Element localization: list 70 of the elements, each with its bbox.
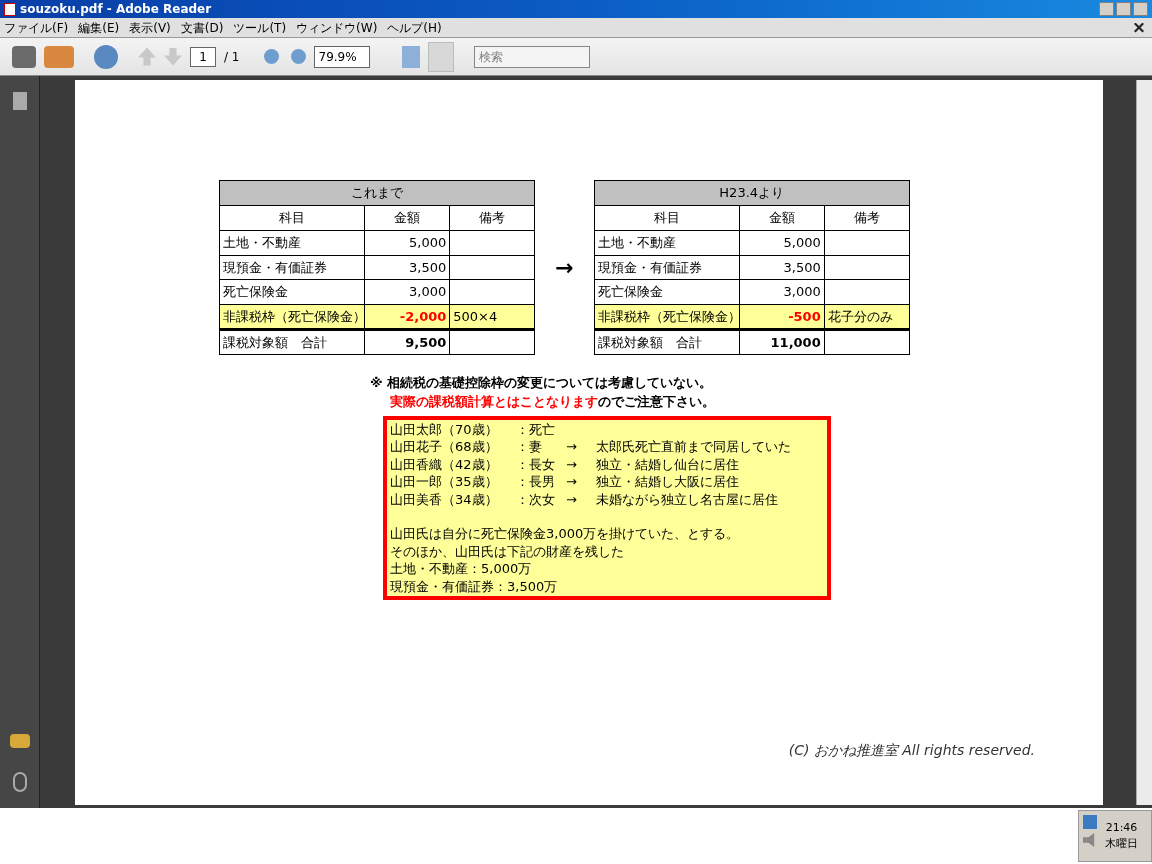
arrow-text: →	[566, 490, 578, 508]
restore-button[interactable]	[1116, 2, 1131, 16]
table-title: H23.4より	[594, 181, 909, 206]
table-cell-text: 5,000	[409, 234, 447, 252]
person-detail: 独立・結婚し仙台に居住	[596, 455, 739, 473]
clock-day: 木曜日	[1105, 836, 1138, 853]
search-field[interactable]: 検索	[473, 45, 590, 68]
person-detail: 独立・結婚し大阪に居住	[596, 473, 739, 491]
table-cell-text: 非課税枠（死亡保険金）	[223, 307, 365, 326]
minimize-button[interactable]	[1099, 2, 1114, 16]
table-cell-text: 非課税枠（死亡保険金）	[597, 307, 739, 326]
arrow-text: →	[555, 253, 574, 282]
menu-item[interactable]: 編集(E)	[78, 18, 120, 37]
table-cell-text: 3,000	[409, 283, 447, 301]
menu-item[interactable]: 文書(D)	[180, 18, 224, 37]
person-detail: 太郎氏死亡直前まで同居していた	[596, 438, 791, 456]
person-name: 山田美香（34歳）	[390, 490, 499, 508]
person-detail: 未婚ながら独立し名古屋に居住	[596, 490, 778, 508]
table-title: これまで	[220, 181, 535, 206]
person-role: ：長女	[516, 455, 556, 473]
person-role: ：次女	[516, 490, 556, 508]
note-text: ※ 相続税の基礎控除枠の変更については考慮していない。	[370, 373, 714, 392]
menu-item[interactable]: ツール(T)	[233, 18, 287, 37]
table-cell-text: 土地・不動産	[223, 234, 302, 252]
arrow-text: →	[566, 473, 578, 491]
person-name: 山田花子（68歳）	[390, 438, 499, 456]
fit-page-button[interactable]	[427, 41, 454, 72]
table-cell-text: 死亡保険金	[223, 283, 289, 301]
table-cell-text: 9,500	[405, 333, 447, 352]
table-cell-text: 課税対象額 合計	[597, 333, 702, 352]
menu-item[interactable]: ウィンドウ(W)	[296, 18, 378, 37]
note-warning-text: 実際の課税額計算とはことなりますのでご注意下さい。	[390, 393, 715, 411]
table-cell-text: 花子分のみ	[827, 307, 893, 326]
copyright-text: (C) おかね推進室 All rights reserved.	[788, 741, 1035, 760]
table-cell-text: -500	[788, 307, 821, 326]
close-document-button[interactable]	[1134, 22, 1144, 33]
person-role: ：長男	[516, 473, 556, 491]
table-cell-text: 3,000	[783, 283, 821, 301]
table-cell-text: 死亡保険金	[597, 283, 663, 301]
window-title: souzoku.pdf - Adobe Reader	[20, 1, 212, 18]
person-name: 山田一郎（35歳）	[390, 473, 499, 491]
zoom-field[interactable]: 79.9%	[313, 45, 370, 68]
close-button[interactable]	[1133, 2, 1148, 16]
arrow-text: →	[566, 438, 578, 456]
person-role: ：死亡	[516, 420, 556, 438]
table-cell-text: 課税対象額 合計	[223, 333, 328, 352]
menu-item[interactable]: ファイル(F)	[4, 18, 69, 37]
fact-text: 土地・不動産：5,000万	[390, 560, 533, 578]
arrow-text: →	[566, 455, 578, 473]
table-cell-text: 11,000	[770, 333, 821, 352]
table-cell-text: 5,000	[783, 234, 821, 252]
table-cell-text: 500×4	[453, 307, 498, 326]
table-cell-text: 現預金・有価証券	[223, 258, 328, 277]
fact-text: 山田氏は自分に死亡保険金3,000万を掛けていた、とする。	[390, 525, 741, 543]
table-cell-text: 土地・不動産	[597, 234, 676, 252]
person-role: ：妻	[516, 438, 543, 456]
table-cell-text: 現預金・有価証券	[597, 258, 702, 277]
page-total: / 1	[224, 48, 240, 66]
fact-text: 現預金・有価証券：3,500万	[390, 577, 559, 595]
table-cell-text: 3,500	[783, 258, 821, 277]
menu-item[interactable]: 表示(V)	[129, 18, 171, 37]
page-number-field[interactable]: 1	[190, 46, 216, 67]
table-cell-text: -2,000	[399, 307, 447, 326]
person-name: 山田太郎（70歳）	[390, 420, 499, 438]
fact-text: そのほか、山田氏は下記の財産を残した	[390, 542, 625, 560]
clock-time: 21:46	[1105, 819, 1138, 836]
person-name: 山田香織（42歳）	[390, 455, 499, 473]
pdf-icon	[4, 2, 16, 16]
menu-item[interactable]: ヘルプ(H)	[387, 18, 442, 37]
table-cell-text: 3,500	[409, 258, 447, 277]
